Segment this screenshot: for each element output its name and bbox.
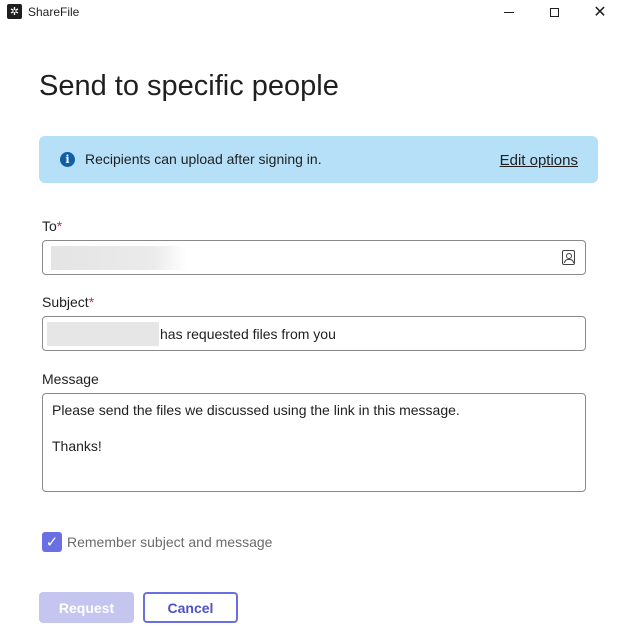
subject-label-text: Subject xyxy=(42,294,89,310)
to-label: To* xyxy=(42,218,62,235)
required-mark: * xyxy=(56,218,63,234)
sharefile-logo-icon: ✲ xyxy=(7,4,22,19)
close-icon: ✕ xyxy=(593,2,607,21)
window-title: ShareFile xyxy=(28,5,80,19)
redacted-recipient xyxy=(51,246,187,270)
info-banner-text: Recipients can upload after signing in. xyxy=(85,151,322,167)
subject-label: Subject* xyxy=(42,294,94,311)
remember-checkbox-label: Remember subject and message xyxy=(67,533,273,550)
info-icon: i xyxy=(60,152,75,167)
request-button[interactable]: Request xyxy=(39,592,134,623)
minimize-button[interactable] xyxy=(486,0,532,24)
edit-options-link[interactable]: Edit options xyxy=(500,151,578,170)
address-book-icon[interactable] xyxy=(562,250,575,265)
message-line: Thanks! xyxy=(52,438,102,454)
to-field[interactable] xyxy=(42,240,586,275)
cancel-button[interactable]: Cancel xyxy=(143,592,238,623)
subject-value: has requested files from you xyxy=(160,326,336,342)
message-textarea[interactable]: Please send the files we discussed using… xyxy=(42,393,586,492)
remember-checkbox[interactable]: ✓ xyxy=(42,531,62,552)
page-title: Send to specific people xyxy=(39,70,339,102)
maximize-button[interactable] xyxy=(531,0,577,24)
close-button[interactable]: ✕ xyxy=(577,0,618,24)
remember-checkbox-row[interactable]: ✓ Remember subject and message xyxy=(42,531,272,552)
minimize-icon xyxy=(504,11,514,13)
info-banner: i Recipients can upload after signing in… xyxy=(39,136,598,183)
redacted-sender-name xyxy=(47,322,159,346)
checkmark-icon: ✓ xyxy=(45,532,59,551)
required-mark: * xyxy=(88,294,95,310)
message-label: Message xyxy=(42,371,99,387)
title-bar: ✲ ShareFile ✕ xyxy=(0,0,618,24)
subject-field[interactable]: has requested files from you xyxy=(42,316,586,351)
message-line: Please send the files we discussed using… xyxy=(52,402,460,418)
to-label-text: To xyxy=(42,218,57,234)
maximize-icon xyxy=(549,7,559,17)
